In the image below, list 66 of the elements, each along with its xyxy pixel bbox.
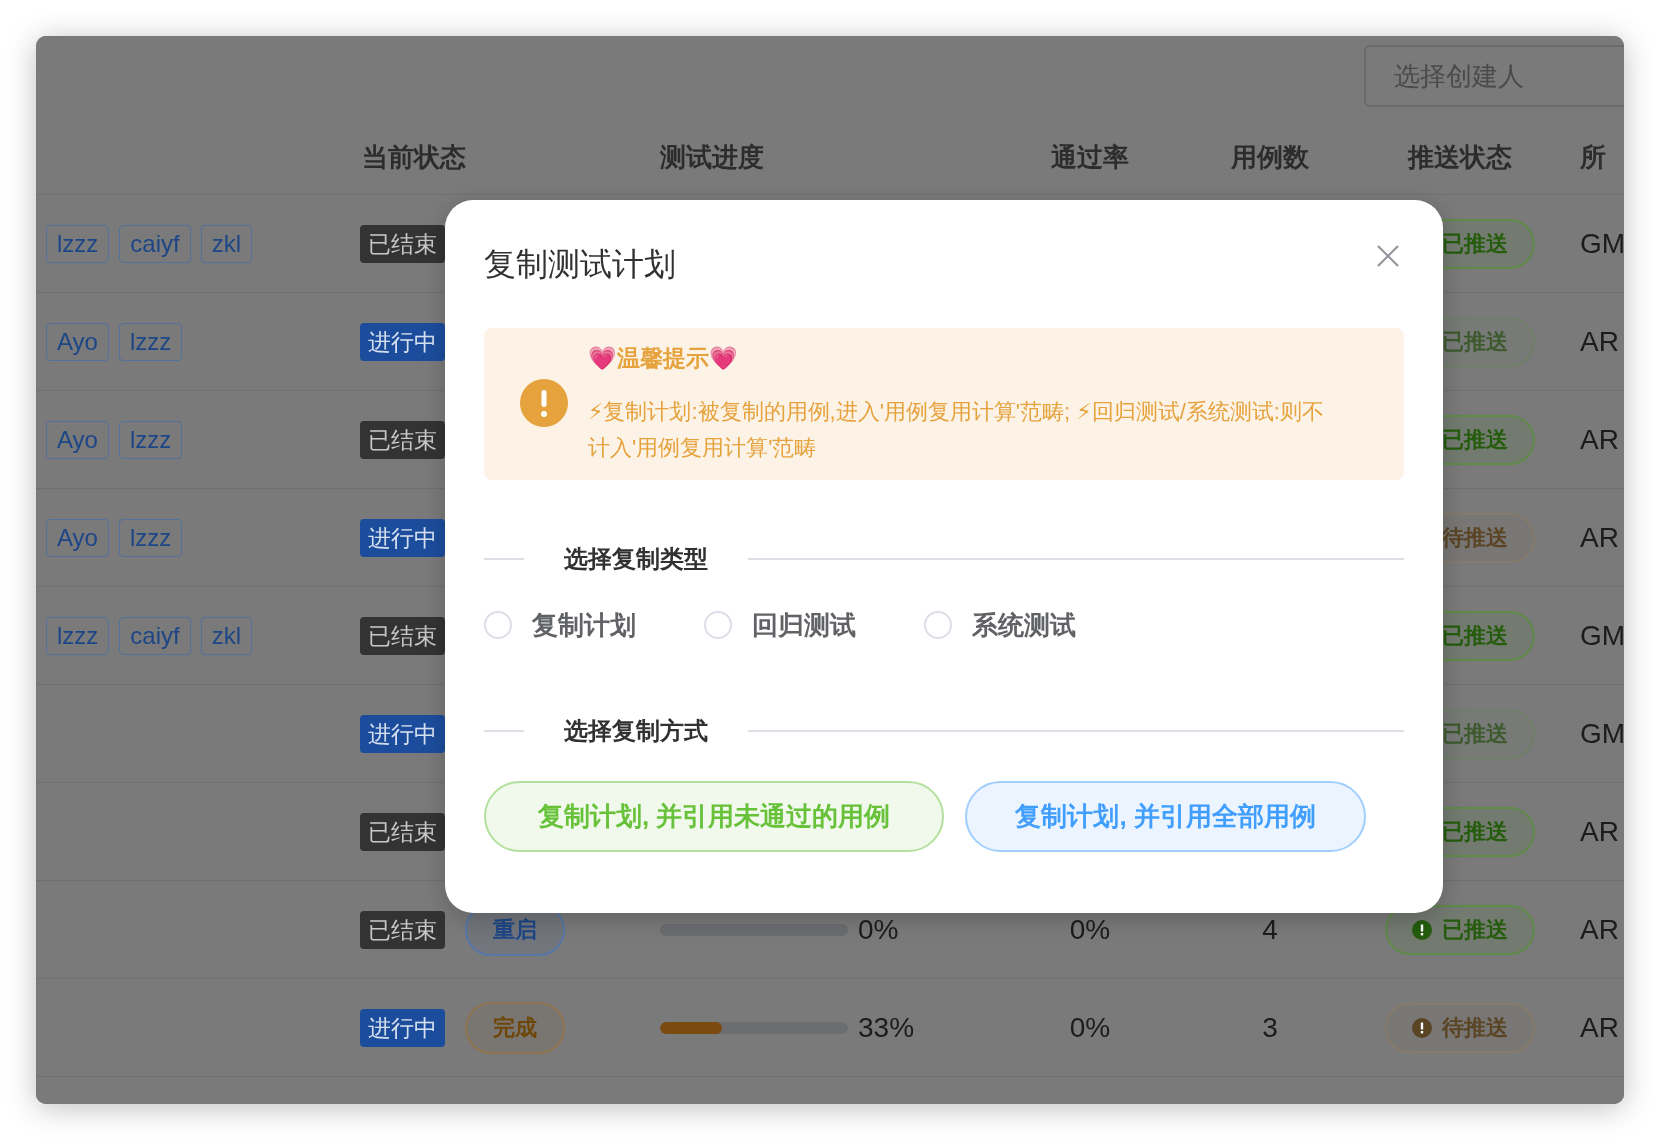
project-name: AR xyxy=(1580,423,1619,456)
column-header: 通过率 xyxy=(1051,140,1129,174)
column-header: 当前状态 xyxy=(362,140,466,174)
member-tag: lzzz xyxy=(118,420,183,459)
exclamation-icon xyxy=(1412,1017,1432,1038)
push-status-text: 待推送 xyxy=(1442,523,1508,552)
push-status-text: 已推送 xyxy=(1442,425,1508,454)
status-tag: 进行中 xyxy=(360,322,445,361)
close-button[interactable] xyxy=(1377,245,1399,267)
project-name: AR xyxy=(1580,521,1619,554)
push-status-text: 已推送 xyxy=(1442,915,1508,944)
case-count: 4 xyxy=(1262,913,1278,946)
push-status-text: 已推送 xyxy=(1442,327,1508,356)
member-tag: zkl xyxy=(200,224,253,263)
finish-button[interactable]: 完成 xyxy=(465,1001,565,1054)
pass-rate: 0% xyxy=(1069,913,1111,946)
member-tag: Ayo xyxy=(46,420,109,459)
push-status-text: 已推送 xyxy=(1442,719,1508,748)
project-name: GM xyxy=(1580,619,1624,652)
copy-button[interactable]: 复制计划, 并引用未通过的用例 xyxy=(484,781,945,852)
column-header: 所 xyxy=(1580,140,1606,174)
copy-button[interactable]: 复制计划, 并引用全部用例 xyxy=(965,781,1366,852)
warning-icon xyxy=(520,379,568,427)
status-tag: 已结束 xyxy=(360,616,445,655)
column-header: 用例数 xyxy=(1231,140,1309,174)
column-header: 测试进度 xyxy=(660,140,764,174)
radio-option[interactable]: 系统测试 xyxy=(924,607,1144,643)
project-name: AR xyxy=(1580,913,1619,946)
progress-text: 33% xyxy=(858,1011,915,1044)
project-name: AR xyxy=(1580,815,1619,848)
project-name: GM xyxy=(1580,717,1624,750)
status-tag: 已结束 xyxy=(360,420,445,459)
push-status-text: 已推送 xyxy=(1442,621,1508,650)
member-tag: lzzz xyxy=(118,518,183,557)
member-tag: caiyf xyxy=(119,224,191,263)
exclamation-icon xyxy=(1412,919,1432,940)
status-tag: 进行中 xyxy=(360,1008,445,1047)
dialog-title: 复制测试计划 xyxy=(484,245,676,284)
status-tag: 进行中 xyxy=(360,714,445,753)
project-name: AR xyxy=(1580,1011,1619,1044)
push-status-text: 待推送 xyxy=(1442,1013,1508,1042)
push-status-text: 已推送 xyxy=(1442,817,1508,846)
member-tag: lzzz xyxy=(118,322,183,361)
radio-option[interactable]: 复制计划 xyxy=(484,607,704,643)
member-tag: Ayo xyxy=(46,322,109,361)
project-name: GM xyxy=(1580,227,1624,260)
member-tag: Ayo xyxy=(46,518,109,557)
status-tag: 已结束 xyxy=(360,224,445,263)
status-tag: 已结束 xyxy=(360,812,445,851)
pass-rate: 0% xyxy=(1069,1011,1111,1044)
status-tag: 已结束 xyxy=(360,910,445,949)
alert-title: 💗温馨提示💗 xyxy=(588,344,739,373)
member-tag: lzzz xyxy=(46,224,110,263)
section-title: 选择复制方式 xyxy=(564,716,708,746)
member-tag: zkl xyxy=(200,616,253,655)
radio-option[interactable]: 回归测试 xyxy=(704,607,924,643)
push-status-text: 已推送 xyxy=(1442,229,1508,258)
column-header: 推送状态 xyxy=(1408,140,1512,174)
status-tag: 进行中 xyxy=(360,518,445,557)
case-count: 3 xyxy=(1262,1011,1278,1044)
project-name: AR xyxy=(1580,325,1619,358)
section-title: 选择复制类型 xyxy=(564,544,708,574)
member-tag: caiyf xyxy=(119,616,191,655)
member-tag: lzzz xyxy=(46,616,110,655)
progress-text: 0% xyxy=(858,913,899,946)
alert-text: ⚡复制计划:被复制的用例,进入'用例复用计算'范畴; ⚡回归测试/系统测试:则不计入'用例复用计算'范畴 xyxy=(588,398,1325,462)
